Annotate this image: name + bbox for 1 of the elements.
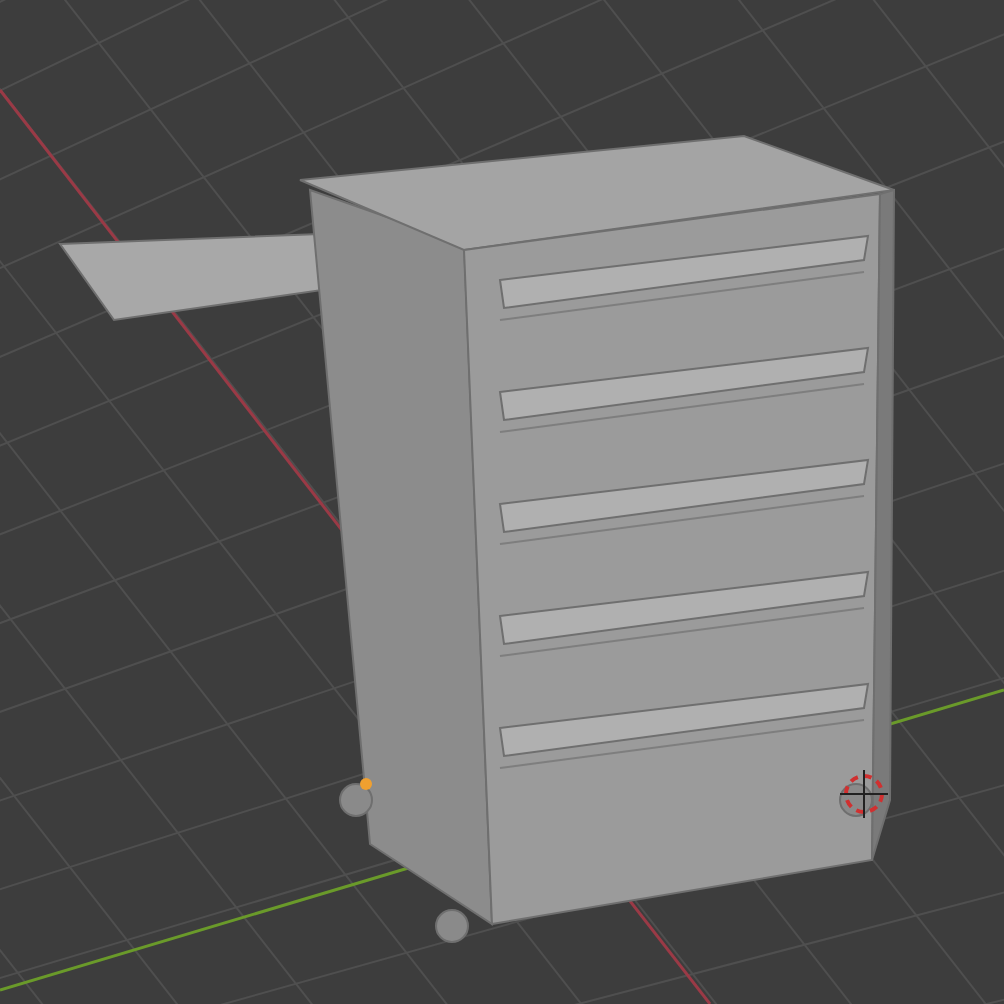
cart-drawing[interactable]	[58, 135, 895, 943]
